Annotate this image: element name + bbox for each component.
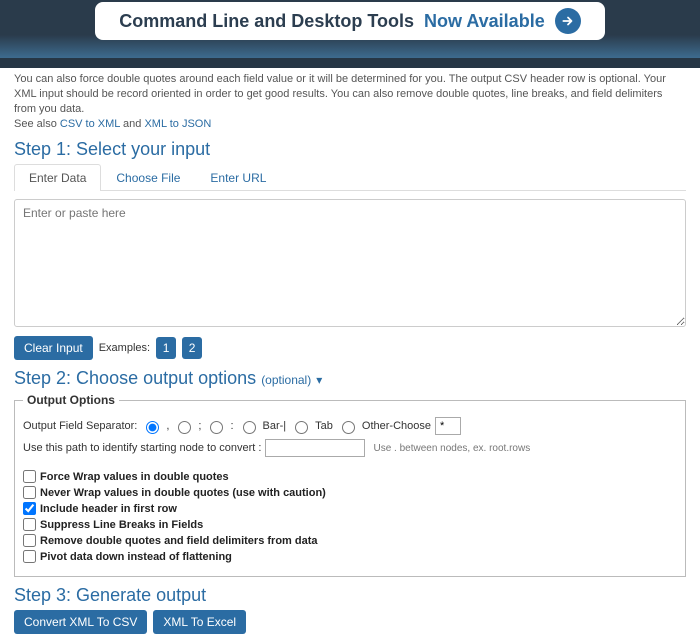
chk-suppress[interactable] [23,518,36,531]
sep-colon-radio[interactable] [210,421,223,434]
arrow-circle-icon [555,8,581,34]
clear-input-button[interactable]: Clear Input [14,336,93,360]
step3-heading: Step 3: Generate output [14,585,686,606]
chk-include-header-label: Include header in first row [40,503,177,515]
banner-text-main: Command Line and Desktop Tools [119,11,414,32]
chk-never-wrap[interactable] [23,486,36,499]
sep-tab-label: Tab [315,420,333,432]
sep-colon-label: : [230,420,233,432]
xml-to-excel-button[interactable]: XML To Excel [153,610,246,634]
step2-title-text: Step 2: Choose output options [14,368,261,388]
chk-remove-label: Remove double quotes and field delimiter… [40,535,318,547]
sep-other-label: Other-Choose [362,420,431,432]
chk-remove[interactable] [23,534,36,547]
chevron-down-icon: ▾ [316,373,322,387]
sep-semicolon-label: ; [198,420,201,432]
output-options-fieldset: Output Options Output Field Separator: ,… [14,393,686,577]
path-row: Use this path to identify starting node … [23,439,677,457]
sep-comma-label: , [166,420,169,432]
promo-banner[interactable]: Command Line and Desktop Tools Now Avail… [95,2,604,40]
separator-label: Output Field Separator: [23,420,137,432]
path-label: Use this path to identify starting node … [23,442,261,454]
sep-other-radio[interactable] [342,421,355,434]
output-options-legend: Output Options [23,393,119,407]
banner-text-highlight: Now Available [424,11,545,32]
chk-force-wrap[interactable] [23,470,36,483]
path-hint: Use . between nodes, ex. root.rows [373,443,530,454]
path-input[interactable] [265,439,365,457]
intro-line1: You can also force double quotes around … [14,73,666,115]
top-banner-area: Command Line and Desktop Tools Now Avail… [0,0,700,68]
top-banner-gradient: Command Line and Desktop Tools Now Avail… [0,0,700,58]
example-1-button[interactable]: 1 [156,337,176,359]
intro-and: and [120,118,144,130]
tab-choose-file[interactable]: Choose File [101,164,195,191]
link-xml-to-json[interactable]: XML to JSON [144,118,211,130]
sep-bar-radio[interactable] [243,421,256,434]
step1-heading: Step 1: Select your input [14,139,686,160]
sep-tab-radio[interactable] [295,421,308,434]
step2-heading[interactable]: Step 2: Choose output options (optional)… [14,368,686,389]
examples-label: Examples: [99,342,150,354]
tab-enter-url[interactable]: Enter URL [195,164,281,191]
sep-comma-radio[interactable] [146,421,159,434]
input-textarea[interactable] [14,199,686,327]
sep-bar-label: Bar-| [263,420,287,432]
chk-force-wrap-label: Force Wrap values in double quotes [40,471,229,483]
chk-suppress-label: Suppress Line Breaks in Fields [40,519,203,531]
link-csv-to-xml[interactable]: CSV to XML [60,118,120,130]
convert-xml-to-csv-button[interactable]: Convert XML To CSV [14,610,147,634]
input-tabs: Enter Data Choose File Enter URL [14,164,686,191]
intro-seealso: See also [14,118,60,130]
example-2-button[interactable]: 2 [182,337,202,359]
intro-text: You can also force double quotes around … [0,68,700,131]
chk-include-header[interactable] [23,502,36,515]
separator-row: Output Field Separator: , ; : Bar-| Tab … [23,417,677,435]
chk-never-wrap-label: Never Wrap values in double quotes (use … [40,487,326,499]
sep-semicolon-radio[interactable] [178,421,191,434]
sep-other-input[interactable] [435,417,461,435]
tab-enter-data[interactable]: Enter Data [14,164,101,191]
step2-optional: (optional) [261,373,311,387]
